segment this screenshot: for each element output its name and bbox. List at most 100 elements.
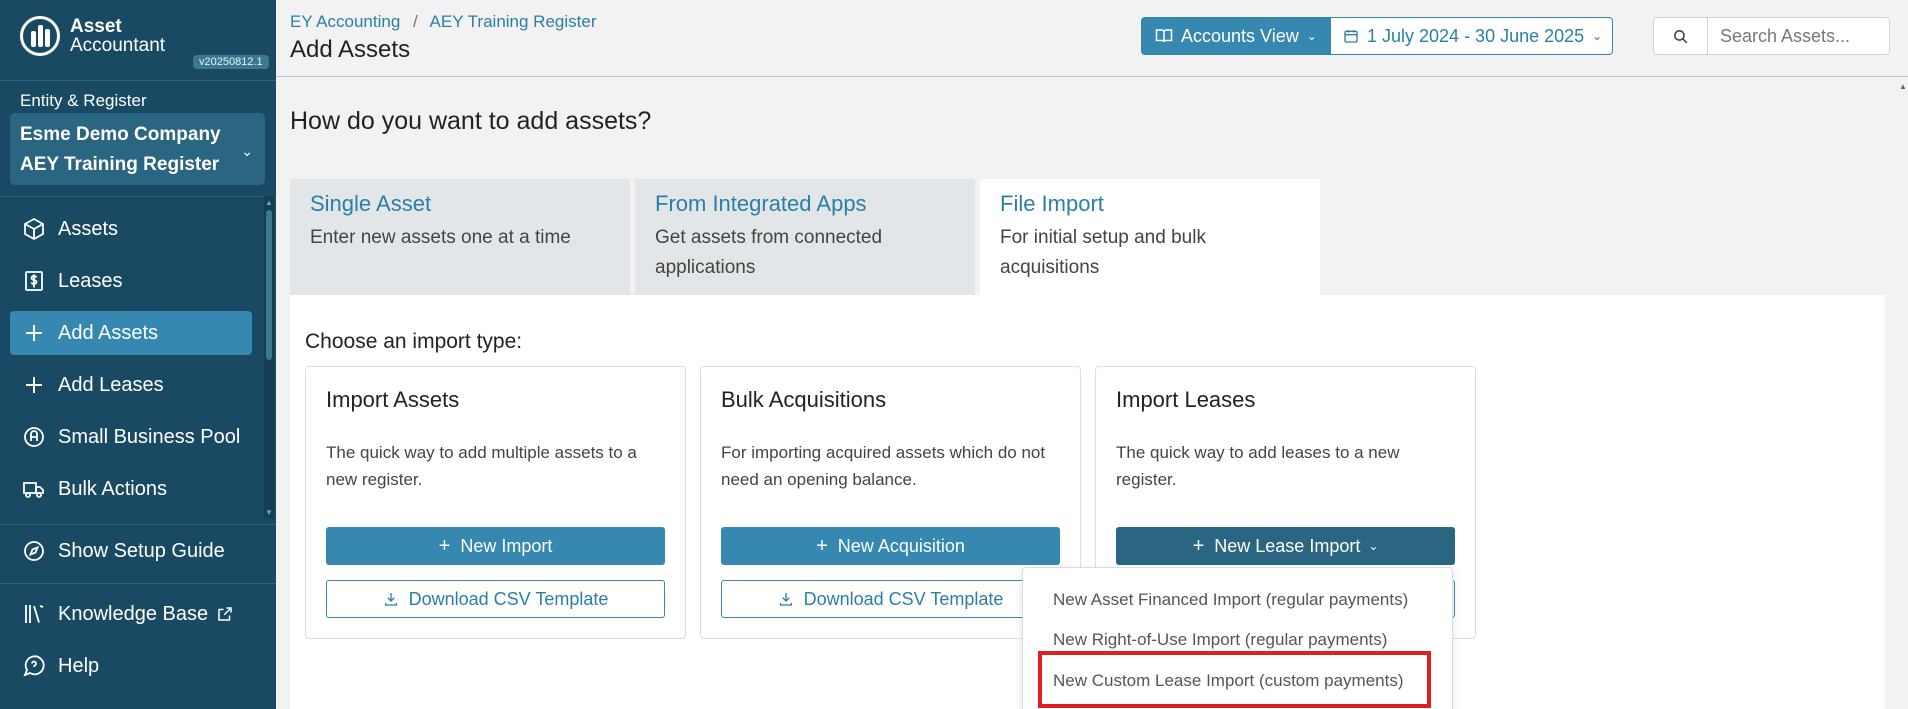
- sidebar-item-knowledge-base[interactable]: Knowledge Base: [10, 592, 252, 636]
- download-icon: [779, 593, 792, 606]
- date-range-button[interactable]: 1 July 2024 - 30 June 2025 ⌄: [1330, 17, 1613, 55]
- dollar-document-icon: [25, 271, 43, 291]
- accounts-view-button[interactable]: Accounts View ⌄: [1141, 17, 1330, 55]
- highlight-box: [1038, 651, 1431, 708]
- sidebar-item-add-assets[interactable]: Add Assets: [10, 311, 252, 355]
- scroll-up-icon[interactable]: ▲: [1899, 82, 1907, 91]
- tab-file-import[interactable]: File Import For initial setup and bulk a…: [980, 179, 1320, 295]
- tab-title: Single Asset: [310, 191, 432, 216]
- tab-title: From Integrated Apps: [655, 191, 867, 216]
- choose-import-label: Choose an import type:: [305, 330, 523, 353]
- button-label: Download CSV Template: [408, 588, 609, 609]
- download-icon: [384, 593, 397, 606]
- logo-text-line1: Asset: [70, 16, 122, 37]
- menu-item-right-of-use-import[interactable]: New Right-of-Use Import (regular payment…: [1053, 630, 1387, 650]
- sidebar-item-small-business-pool[interactable]: Small Business Pool: [10, 415, 252, 459]
- entity-label: Entity & Register: [20, 91, 147, 110]
- sidebar-item-assets[interactable]: Assets: [10, 207, 252, 251]
- card-title: Import Leases: [1116, 387, 1256, 412]
- button-label: New Acquisition: [837, 535, 965, 556]
- sidebar-item-label: Add Assets: [58, 321, 159, 344]
- breadcrumb-link-entity[interactable]: EY Accounting: [290, 12, 400, 31]
- accounts-view-label: Accounts View: [1181, 25, 1299, 46]
- scroll-down-icon[interactable]: ▼: [264, 508, 274, 517]
- pool-icon: [24, 427, 44, 447]
- sidebar-item-label: Assets: [58, 217, 119, 240]
- plus-icon: [26, 377, 42, 393]
- scroll-up-icon[interactable]: ▲: [264, 198, 274, 207]
- sidebar-divider: [0, 196, 276, 197]
- plus-icon: +: [438, 534, 451, 557]
- sidebar-item-add-leases[interactable]: Add Leases: [10, 363, 252, 407]
- sidebar-scroll-thumb[interactable]: [266, 210, 272, 360]
- download-csv-template-button[interactable]: Download CSV Template: [326, 580, 665, 618]
- sidebar: Asset Accountant v20250812.1 Entity & Re…: [0, 0, 276, 709]
- sidebar-item-help[interactable]: Help: [10, 644, 252, 688]
- entity-register-selector[interactable]: Esme Demo Company AEY Training Register …: [10, 113, 265, 185]
- search-box: [1653, 17, 1890, 55]
- logo-text-line2: Accountant: [70, 35, 166, 56]
- external-link-icon: [218, 607, 232, 621]
- card-description: The quick way to add leases to a new reg…: [1116, 443, 1400, 489]
- plus-icon: +: [1192, 534, 1205, 557]
- top-header: EY Accounting / AEY Training Register Ad…: [276, 0, 1908, 77]
- sidebar-item-label: Leases: [58, 269, 123, 292]
- tab-integrated-apps[interactable]: From Integrated Apps Get assets from con…: [635, 179, 975, 295]
- compass-icon: [24, 541, 44, 561]
- search-icon: [1674, 29, 1688, 43]
- sidebar-item-label: Show Setup Guide: [58, 539, 225, 562]
- breadcrumb-link-register[interactable]: AEY Training Register: [430, 12, 597, 31]
- plus-icon: [26, 325, 42, 341]
- sidebar-divider: [0, 583, 276, 584]
- sidebar-item-label: Add Leases: [58, 373, 164, 396]
- new-import-button[interactable]: + New Import: [326, 527, 665, 565]
- truck-icon: [23, 482, 44, 498]
- help-chat-icon: [23, 655, 45, 677]
- tab-description-line: Get assets from connected: [655, 227, 883, 248]
- page-scrollbar[interactable]: ▲: [1898, 78, 1908, 709]
- entity-register: AEY Training Register: [20, 154, 220, 175]
- new-acquisition-button[interactable]: + New Acquisition: [721, 527, 1060, 565]
- card-description: For importing acquired assets which do n…: [721, 443, 1046, 489]
- card-description: The quick way to add multiple assets to …: [326, 443, 637, 489]
- tab-title: File Import: [1000, 191, 1104, 216]
- sidebar-divider: [0, 80, 276, 81]
- plus-icon: +: [816, 534, 828, 557]
- books-icon: [25, 605, 44, 623]
- card-title: Import Assets: [326, 387, 460, 412]
- card-import-assets: Import Assets The quick way to add multi…: [305, 366, 686, 639]
- menu-item-asset-financed-import[interactable]: New Asset Financed Import (regular payme…: [1053, 590, 1408, 610]
- sidebar-item-label: Knowledge Base: [58, 602, 209, 625]
- new-lease-import-button[interactable]: + New Lease Import ⌄: [1116, 527, 1455, 565]
- button-label: New Import: [460, 535, 553, 556]
- button-label: New Lease Import: [1214, 535, 1361, 556]
- breadcrumb: EY Accounting / AEY Training Register: [290, 12, 596, 32]
- tab-description: For initial setup and bulk acquisitions: [1000, 223, 1300, 283]
- chevron-down-icon: ⌄: [1592, 29, 1603, 43]
- main-heading: How do you want to add assets?: [290, 107, 652, 135]
- sidebar-item-setup-guide[interactable]: Show Setup Guide: [10, 529, 252, 573]
- sidebar-item-bulk-actions[interactable]: Bulk Actions: [10, 467, 252, 511]
- sidebar-item-label: Small Business Pool: [58, 425, 241, 448]
- tab-single-asset[interactable]: Single Asset Enter new assets one at a t…: [290, 179, 630, 295]
- version-badge: v20250812.1: [193, 55, 269, 69]
- book-open-icon: [1155, 29, 1173, 43]
- logo-icon: [20, 16, 60, 56]
- calendar-icon: [1344, 30, 1358, 43]
- sidebar-item-label: Help: [58, 654, 100, 677]
- tab-description-line: acquisitions: [1000, 257, 1100, 278]
- card-title: Bulk Acquisitions: [721, 387, 887, 412]
- breadcrumb-separator: /: [413, 12, 418, 31]
- page-title: Add Assets: [290, 36, 411, 63]
- button-label: Download CSV Template: [803, 588, 1004, 609]
- sidebar-divider: [0, 524, 276, 525]
- app-logo[interactable]: Asset Accountant: [20, 16, 165, 56]
- entity-company: Esme Demo Company: [20, 124, 221, 145]
- sidebar-item-label: Bulk Actions: [58, 477, 167, 500]
- date-range-label: 1 July 2024 - 30 June 2025: [1367, 25, 1585, 46]
- tab-description-line: For initial setup and bulk: [1000, 227, 1206, 248]
- sidebar-item-leases[interactable]: Leases: [10, 259, 252, 303]
- download-csv-template-button[interactable]: Download CSV Template: [721, 580, 1060, 618]
- search-button[interactable]: [1654, 18, 1708, 54]
- search-input[interactable]: [1708, 18, 1888, 54]
